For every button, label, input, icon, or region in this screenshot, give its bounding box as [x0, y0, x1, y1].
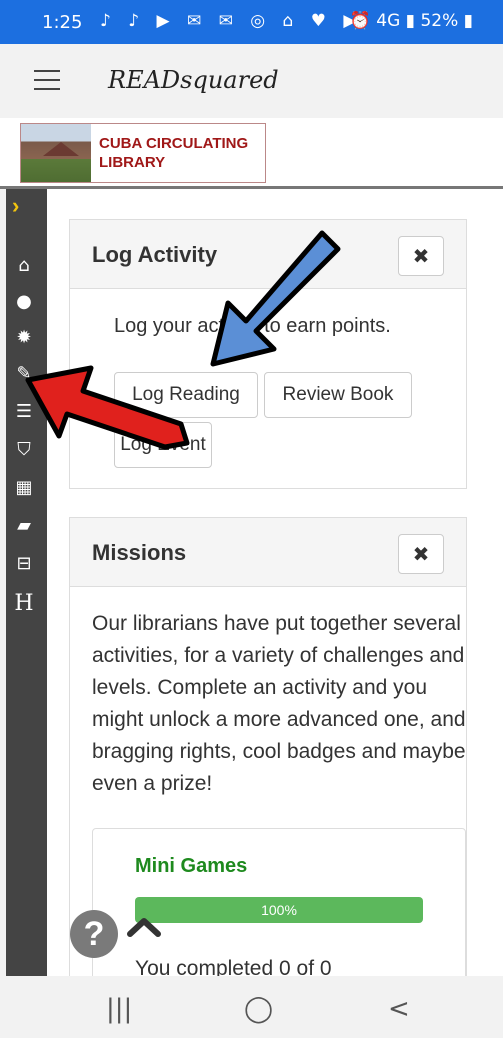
mini-games-title[interactable]: Mini Games [135, 855, 247, 878]
mini-games-card[interactable]: Mini Games 100% You completed 0 of 0 [92, 828, 466, 976]
calendar-icon[interactable]: ▦ [12, 477, 36, 498]
missions-panel: Missions ✖ Our librarians have put toget… [69, 517, 467, 976]
help-button[interactable]: ? [70, 910, 118, 958]
review-book-button[interactable]: Review Book [264, 372, 412, 418]
main-content: Log Activity ✖ Log your activity to earn… [47, 189, 503, 976]
log-event-button[interactable]: Log Event [114, 422, 212, 468]
back-icon[interactable]: < [388, 994, 410, 1024]
log-activity-header: Log Activity ✖ [70, 220, 466, 289]
book-icon[interactable]: ▰ [12, 515, 36, 536]
status-bar: 1:25 ♪ ♪ ▶ ✉ ✉ ◎ ⌂ ♥ ▶ ⏰ 4G ▮ 52% ▮ [0, 0, 503, 44]
menu-icon[interactable] [34, 70, 60, 90]
sidebar: › ⌂ ● ✹ ✎ ☰ ⛉ ▦ ▰ ⊟ H [6, 189, 47, 976]
app-title: READsquared [108, 66, 279, 94]
log-activity-close-button[interactable]: ✖ [398, 236, 444, 276]
missions-description: Our librarians have put together several… [92, 612, 466, 795]
missions-title: Missions [92, 540, 187, 565]
missions-header: Missions ✖ [70, 518, 466, 587]
library-name-line1: CUBA CIRCULATING [99, 135, 249, 152]
library-header: CUBA CIRCULATING LIBRARY [0, 118, 503, 186]
shield-icon[interactable]: ⛉ [12, 439, 36, 460]
home-nav-icon[interactable]: ◯ [244, 994, 273, 1024]
gear-icon[interactable]: ✹ [12, 327, 36, 348]
progress-fill: 100% [135, 897, 423, 923]
open-book-icon[interactable]: ⊟ [12, 553, 36, 574]
list-icon[interactable]: ☰ [12, 401, 36, 422]
pencil-icon[interactable]: ✎ [12, 363, 36, 384]
mini-games-progress: 100% [135, 897, 423, 923]
log-activity-lead: Log your activity to earn points. [114, 315, 391, 337]
recent-apps-icon[interactable]: ||| [106, 994, 132, 1024]
log-activity-panel: Log Activity ✖ Log your activity to earn… [69, 219, 467, 489]
system-nav-bar: ||| ◯ < [0, 976, 503, 1038]
library-name: CUBA CIRCULATING LIBRARY [91, 124, 248, 182]
missions-close-button[interactable]: ✖ [398, 534, 444, 574]
library-logo[interactable]: CUBA CIRCULATING LIBRARY [20, 123, 266, 183]
h-icon[interactable]: H [12, 591, 36, 616]
expand-chevron-icon[interactable]: › [12, 193, 19, 219]
library-photo [21, 124, 91, 182]
scroll-up-icon[interactable] [124, 912, 164, 942]
notification-icons: ♪ ♪ ▶ ✉ ✉ ◎ ⌂ ♥ ▶ [100, 11, 363, 31]
user-icon[interactable]: ● [12, 291, 36, 312]
home-icon[interactable]: ⌂ [12, 255, 36, 276]
log-reading-button[interactable]: Log Reading [114, 372, 258, 418]
status-time: 1:25 [42, 12, 83, 33]
status-right-icons: ⏰ 4G ▮ 52% ▮ [349, 11, 473, 31]
library-name-line2: LIBRARY [99, 154, 166, 171]
app-bar: READsquared [0, 44, 503, 118]
mini-games-note: You completed 0 of 0 [135, 957, 332, 976]
log-activity-title: Log Activity [92, 242, 218, 267]
